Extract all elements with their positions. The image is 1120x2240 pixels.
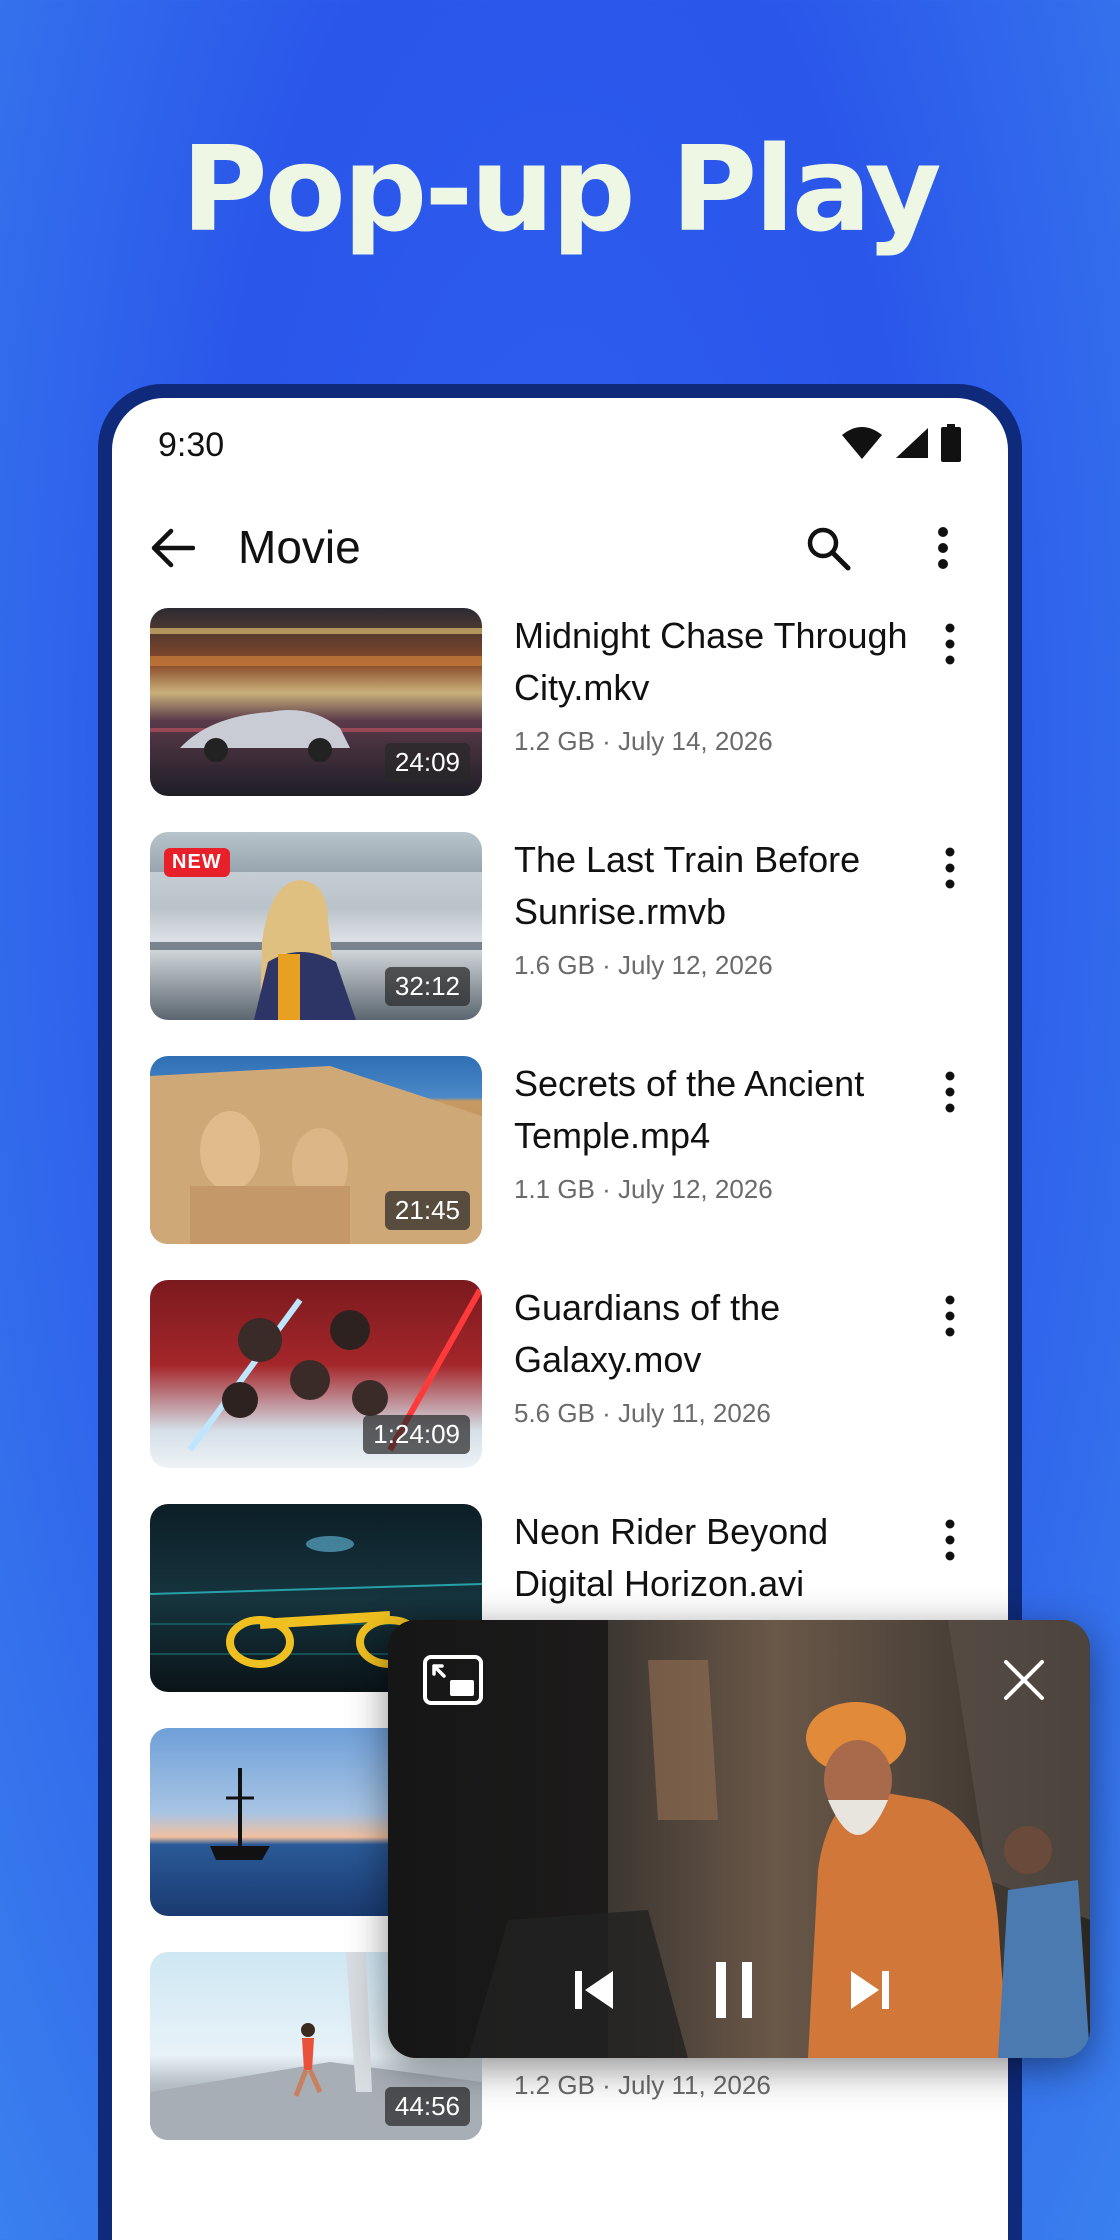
more-vert-icon [945, 1295, 955, 1337]
item-more-button[interactable] [930, 614, 970, 674]
video-title: Neon Rider Beyond Digital Horizon.avi [514, 1511, 829, 1604]
video-title: Guardians of the Galaxy.mov [514, 1287, 781, 1380]
list-item[interactable]: 1:24:09 Guardians of the Galaxy.mov 5.6 … [112, 1280, 1008, 1470]
wifi-icon [842, 427, 882, 459]
new-badge: NEW [164, 848, 230, 877]
list-item[interactable]: 24:09 Midnight Chase Through City.mkv 1.… [112, 608, 1008, 798]
back-button[interactable] [142, 518, 202, 578]
list-item[interactable]: 21:45 Secrets of the Ancient Temple.mp4 … [112, 1056, 1008, 1246]
more-options-button[interactable] [918, 518, 968, 578]
duration-label: 1:24:09 [363, 1415, 470, 1454]
more-vert-icon [945, 847, 955, 889]
more-vert-icon [945, 1519, 955, 1561]
video-title: Secrets of the Ancient Temple.mp4 [514, 1063, 865, 1156]
search-button[interactable] [798, 518, 858, 578]
pause-icon [716, 1962, 752, 2018]
video-meta: 1.6 GB · July 12, 2026 [514, 950, 773, 980]
video-thumbnail[interactable]: NEW 32:12 [150, 832, 482, 1020]
next-button[interactable] [840, 1960, 900, 2020]
status-time: 9:30 [158, 426, 225, 464]
picture-in-picture-exit-icon [423, 1655, 483, 1705]
video-thumbnail[interactable]: 1:24:09 [150, 1280, 482, 1468]
skip-previous-icon [575, 1971, 613, 2009]
more-vert-icon [945, 623, 955, 665]
close-icon [1004, 1660, 1044, 1700]
popup-player[interactable] [388, 1620, 1090, 2058]
skip-next-icon [851, 1971, 889, 2009]
duration-label: 32:12 [384, 967, 470, 1006]
search-icon [807, 527, 851, 571]
pause-button[interactable] [704, 1956, 764, 2024]
more-vert-icon [938, 527, 948, 569]
item-more-button[interactable] [930, 838, 970, 898]
item-more-button[interactable] [930, 1286, 970, 1346]
previous-button[interactable] [564, 1960, 624, 2020]
video-meta: 1.2 GB · July 14, 2026 [514, 726, 773, 756]
video-meta: 5.6 GB · July 11, 2026 [514, 1398, 771, 1428]
duration-label: 21:45 [384, 1191, 470, 1230]
page-title: Movie [238, 521, 361, 573]
exit-popup-button[interactable] [418, 1650, 488, 1710]
video-thumbnail[interactable]: 21:45 [150, 1056, 482, 1244]
signal-icon [896, 428, 928, 458]
status-bar: 9:30 [112, 398, 1008, 488]
video-title: Midnight Chase Through City.mkv [514, 615, 908, 708]
headline: Pop-up Play [181, 120, 941, 258]
video-thumbnail[interactable]: 24:09 [150, 608, 482, 796]
list-item[interactable]: NEW 32:12 The Last Train Before Sunrise.… [112, 832, 1008, 1022]
duration-label: 24:09 [384, 743, 470, 782]
battery-icon [941, 424, 961, 462]
video-meta: 1.1 GB · July 12, 2026 [514, 1174, 773, 1204]
arrow-left-icon [151, 528, 195, 568]
item-more-button[interactable] [930, 1062, 970, 1122]
more-vert-icon [945, 1071, 955, 1113]
video-title: The Last Train Before Sunrise.rmvb [514, 839, 861, 932]
app-bar: Movie [112, 498, 1008, 598]
close-popup-button[interactable] [994, 1650, 1054, 1710]
item-more-button[interactable] [930, 1510, 970, 1570]
duration-label: 44:56 [384, 2087, 470, 2126]
video-meta: 1.2 GB · July 11, 2026 [514, 2070, 771, 2100]
status-icons [840, 424, 962, 462]
